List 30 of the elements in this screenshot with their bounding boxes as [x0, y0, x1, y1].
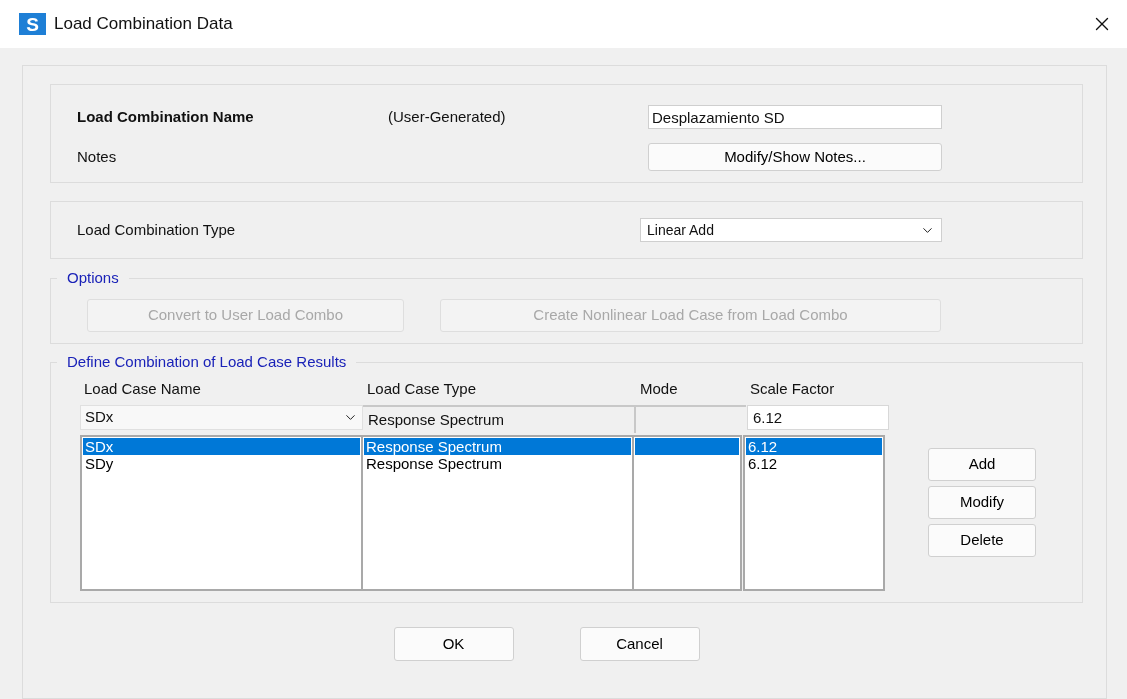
list-cell[interactable]: Response Spectrum: [364, 437, 631, 455]
ok-button[interactable]: OK: [393, 627, 514, 661]
combination-name-label: Load Combination Name: [77, 106, 255, 127]
column-header: Scale Factor: [749, 379, 836, 400]
list-cell[interactable]: 6.12: [746, 454, 882, 472]
column-header: Load Case Name: [83, 379, 202, 400]
combination-name-field[interactable]: Desplazamiento SD: [648, 105, 942, 129]
load-case-dropdown[interactable]: SDx: [80, 404, 363, 430]
notes-label: Notes: [77, 146, 118, 167]
list-cell[interactable]: 6.12: [746, 437, 882, 455]
combination-type-label: Load Combination Type: [77, 219, 237, 240]
define-title: Define Combination of Load Case Results: [66, 352, 348, 372]
list-action-button[interactable]: Modify: [928, 485, 1036, 519]
origin-label: (User-Generated): [388, 106, 507, 127]
scale-factor-field[interactable]: 6.12: [747, 404, 889, 430]
options-title: Options: [66, 268, 120, 288]
window-title: Load Combination Data: [54, 13, 233, 36]
column-header: Load Case Type: [366, 379, 477, 400]
cancel-button[interactable]: Cancel: [579, 627, 700, 661]
list-cell[interactable]: SDx: [83, 437, 360, 455]
combination-type-dropdown[interactable]: Linear Add: [640, 218, 942, 242]
modify-notes-button[interactable]: Modify/Show Notes...: [648, 143, 942, 171]
list-action-button[interactable]: Add: [928, 447, 1036, 481]
list-action-button[interactable]: Delete: [928, 523, 1036, 557]
load-case-type-field: Response Spectrum: [363, 404, 636, 433]
list-cell[interactable]: Response Spectrum: [364, 454, 631, 472]
column-header: Mode: [639, 379, 679, 400]
list-cell[interactable]: SDy: [83, 454, 360, 472]
app-logo-icon: S: [19, 13, 46, 35]
list-cell[interactable]: [635, 437, 739, 455]
